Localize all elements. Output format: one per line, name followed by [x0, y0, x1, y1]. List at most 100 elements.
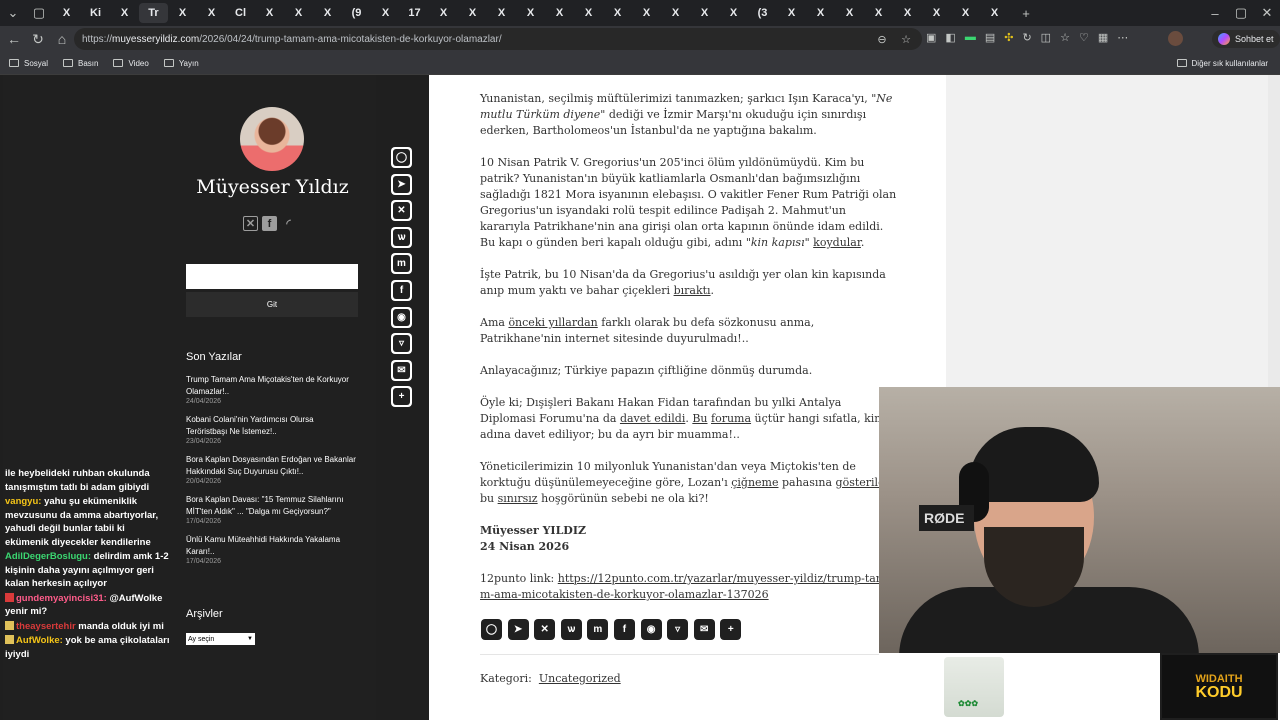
browser-tab[interactable]: X	[632, 3, 661, 23]
browser-tab[interactable]: X	[806, 3, 835, 23]
extension-icon[interactable]: ▬	[965, 31, 976, 44]
whatsapp-icon[interactable]: ◯	[481, 619, 502, 640]
close-window-button[interactable]: ✕	[1254, 3, 1280, 23]
browser-tab[interactable]: 17	[400, 3, 429, 23]
browser-tab[interactable]: X	[545, 3, 574, 23]
bookmark-folder[interactable]: Sosyal	[9, 59, 48, 68]
back-icon[interactable]: ←	[2, 27, 26, 51]
browser-tab[interactable]: X	[255, 3, 284, 23]
recent-post-link[interactable]: Bora Kaplan Davası: "15 Temmuz Silahları…	[186, 494, 356, 518]
home-icon[interactable]: ⌂	[50, 27, 74, 51]
maximize-button[interactable]: ▢	[1228, 3, 1254, 23]
browser-tab[interactable]: X	[429, 3, 458, 23]
browser-tab[interactable]: X	[922, 3, 951, 23]
browser-tab[interactable]: X	[516, 3, 545, 23]
performance-icon[interactable]: ♡	[1079, 31, 1089, 44]
x-share-button[interactable]: ✕	[391, 200, 412, 222]
bookmark-folder[interactable]: Yayın	[163, 59, 199, 68]
browser-tab[interactable]: X	[197, 3, 226, 23]
rss-icon[interactable]: ◜	[281, 216, 296, 231]
email-icon[interactable]: ✉	[693, 619, 715, 640]
plus-icon[interactable]: +	[720, 619, 742, 640]
article-link[interactable]: Bu	[692, 412, 707, 425]
pocket-icon[interactable]: ▿	[667, 619, 689, 640]
mastodon-share-button[interactable]: m	[391, 253, 412, 275]
favorites-icon[interactable]: ☆	[1060, 31, 1070, 44]
tab-menu-icon[interactable]: ⌄	[0, 3, 26, 23]
browser-tab[interactable]: X	[893, 3, 922, 23]
copilot-button[interactable]: Sohbet et	[1212, 30, 1280, 48]
facebook-icon[interactable]: f	[613, 619, 635, 640]
reddit-icon[interactable]: ◉	[640, 619, 662, 640]
pocket-share-button[interactable]: ▿	[391, 333, 412, 355]
browser-tab[interactable]: X	[864, 3, 893, 23]
browser-tab[interactable]: X	[313, 3, 342, 23]
category-link[interactable]: Uncategorized	[539, 672, 621, 685]
bluesky-icon[interactable]: ѡ	[560, 619, 582, 640]
profile-avatar[interactable]	[1168, 31, 1183, 46]
whatsapp-share-button[interactable]: ◯	[391, 147, 412, 168]
recent-post-link[interactable]: Bora Kaplan Dosyasından Erdoğan ve Bakan…	[186, 454, 356, 478]
site-title[interactable]: Müyesser Yıldız	[186, 176, 359, 198]
split-screen-icon[interactable]: ◫	[1041, 31, 1051, 44]
more-icon[interactable]: ⋯	[1117, 31, 1128, 44]
telegram-share-button[interactable]: ➤	[391, 173, 412, 195]
new-tab-button[interactable]: +	[1013, 3, 1039, 23]
article-link[interactable]: çiğneme	[731, 476, 778, 489]
bookmark-folder[interactable]: Basın	[63, 59, 98, 68]
recent-post-link[interactable]: Kobani Colani'nin Yardımcısı Olursa Terö…	[186, 414, 356, 438]
browser-tab[interactable]: (3	[748, 3, 777, 23]
workspaces-icon[interactable]: ▢	[26, 3, 52, 23]
search-input[interactable]	[186, 264, 358, 289]
browser-tab[interactable]: X	[458, 3, 487, 23]
bluesky-share-button[interactable]: ѡ	[391, 226, 412, 248]
browser-tab[interactable]: X	[487, 3, 516, 23]
extension-icon[interactable]: ▣	[926, 31, 936, 44]
browser-tab[interactable]: (9	[342, 3, 371, 23]
reader-icon[interactable]: ⊖	[874, 31, 890, 47]
archive-select[interactable]: Ay seçin ▼	[186, 633, 255, 645]
browser-tab[interactable]: X	[951, 3, 980, 23]
collections-icon[interactable]: ▦	[1098, 31, 1108, 44]
extension-icon[interactable]: ◧	[945, 31, 955, 44]
facebook-share-button[interactable]: f	[391, 279, 412, 301]
browser-tab[interactable]: X	[690, 3, 719, 23]
article-link[interactable]: koydular	[813, 236, 861, 249]
article-link[interactable]: foruma	[711, 412, 751, 425]
other-bookmarks[interactable]: Diğer sık kullanılanlar	[1176, 59, 1268, 68]
refresh-icon[interactable]: ↻	[1022, 31, 1031, 44]
browser-tab[interactable]: X	[110, 3, 139, 23]
article-link[interactable]: davet edildi	[620, 412, 685, 425]
minimize-button[interactable]: –	[1202, 3, 1228, 23]
browser-tab[interactable]: X	[980, 3, 1009, 23]
browser-tab[interactable]: X	[661, 3, 690, 23]
browser-tab[interactable]: Ki	[81, 3, 110, 23]
browser-tab[interactable]: X	[574, 3, 603, 23]
article-link[interactable]: bıraktı	[674, 284, 711, 297]
active-tab[interactable]: Tr	[139, 3, 168, 23]
extension-icon[interactable]: ✣	[1004, 31, 1013, 44]
browser-tab[interactable]: Cl	[226, 3, 255, 23]
reload-icon[interactable]: ↻	[26, 27, 50, 51]
article-link[interactable]: önceki yıllardan	[508, 316, 597, 329]
mastodon-icon[interactable]: m	[587, 619, 609, 640]
browser-tab[interactable]: X	[168, 3, 197, 23]
telegram-icon[interactable]: ➤	[507, 619, 529, 640]
recent-post-link[interactable]: Ünlü Kamu Müteahhidi Hakkında Yakalama K…	[186, 534, 356, 558]
search-button[interactable]: Git	[186, 292, 358, 317]
browser-tab[interactable]: X	[719, 3, 748, 23]
star-icon[interactable]: ☆	[898, 31, 914, 47]
browser-tab[interactable]: X	[603, 3, 632, 23]
browser-tab[interactable]: X	[777, 3, 806, 23]
recent-post-link[interactable]: Trump Tamam Ama Miçotakis'ten de Korkuyo…	[186, 374, 356, 398]
extension-icon[interactable]: ▤	[985, 31, 995, 44]
x-icon[interactable]: ✕	[243, 216, 258, 231]
address-bar[interactable]: https://muyesseryildiz.com/2026/04/24/tr…	[74, 28, 922, 50]
reddit-share-button[interactable]: ◉	[391, 306, 412, 328]
browser-tab[interactable]: X	[284, 3, 313, 23]
x-icon[interactable]: ✕	[534, 619, 556, 640]
bookmark-folder[interactable]: Video	[113, 59, 149, 68]
browser-tab[interactable]: X	[371, 3, 400, 23]
facebook-icon[interactable]: f	[262, 216, 277, 231]
scrollbar[interactable]	[1268, 75, 1280, 387]
